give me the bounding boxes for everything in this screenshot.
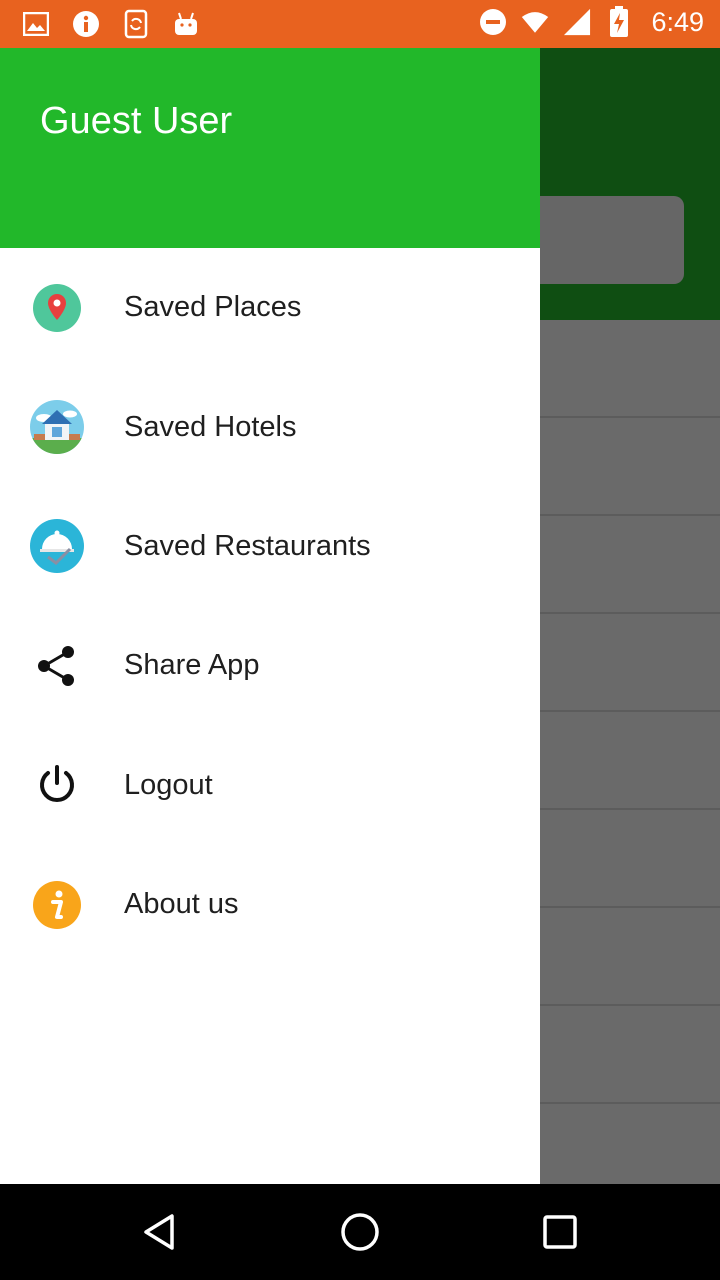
status-bar: 6:49 — [0, 0, 720, 48]
signal-icon — [563, 6, 591, 38]
clock: 6:49 — [651, 6, 704, 37]
menu-label: Saved Hotels — [124, 410, 297, 443]
system-nav-bar — [0, 1184, 720, 1280]
menu-label: Share App — [124, 649, 260, 682]
recents-icon[interactable] — [538, 1210, 582, 1254]
menu-label: Saved Restaurants — [124, 529, 371, 562]
wifi-icon — [521, 6, 549, 38]
menu-label: Logout — [124, 768, 213, 801]
power-icon — [30, 758, 84, 812]
sync-phone-icon — [122, 8, 150, 40]
menu-item-share-app[interactable]: Share App — [0, 606, 540, 725]
share-icon — [30, 639, 84, 693]
user-name: Guest User — [40, 100, 233, 142]
menu-item-saved-places[interactable]: Saved Places — [0, 248, 540, 367]
navigation-drawer: Guest User Saved Places Saved Hotels Sav… — [0, 48, 540, 1184]
map-pin-icon — [30, 281, 84, 335]
info-icon — [72, 8, 100, 40]
drawer-menu: Saved Places Saved Hotels Saved Restaura… — [0, 248, 540, 964]
image-icon — [22, 8, 50, 40]
drawer-header: Guest User — [0, 48, 540, 248]
info-icon — [30, 878, 84, 932]
android-icon — [172, 8, 200, 40]
menu-item-saved-restaurants[interactable]: Saved Restaurants — [0, 487, 540, 606]
battery-charging-icon — [605, 6, 633, 38]
back-icon[interactable] — [138, 1210, 182, 1254]
menu-item-logout[interactable]: Logout — [0, 726, 540, 845]
do-not-disturb-icon — [479, 6, 507, 38]
menu-label: Saved Places — [124, 291, 302, 324]
house-icon — [30, 400, 84, 455]
menu-item-saved-hotels[interactable]: Saved Hotels — [0, 367, 540, 486]
home-icon[interactable] — [338, 1210, 382, 1254]
menu-item-about-us[interactable]: About us — [0, 845, 540, 964]
menu-label: About us — [124, 888, 239, 921]
food-cloche-icon — [30, 519, 84, 574]
